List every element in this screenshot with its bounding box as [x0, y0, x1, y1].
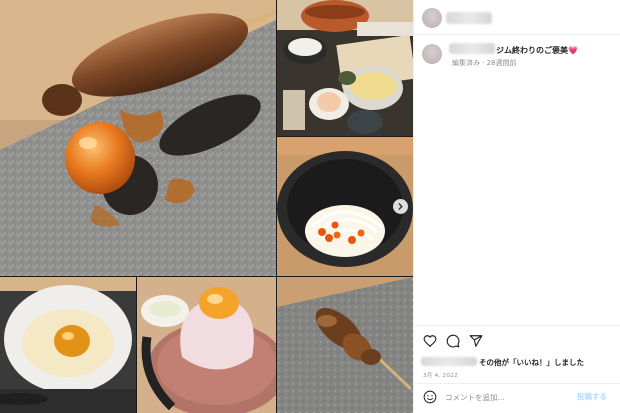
comment-icon [446, 334, 460, 348]
likes-text[interactable]: その他が「いいね！」しました [479, 358, 584, 367]
comment-button[interactable] [446, 334, 460, 348]
photo-shaved-ice [137, 277, 276, 413]
post-date[interactable]: 3月 4, 2022 [423, 371, 458, 379]
photo-grilled-skewer [277, 277, 413, 413]
likes-summary: その他が「いいね！」しました [421, 357, 584, 369]
caption-avatar[interactable] [422, 44, 442, 64]
photo-pudding [0, 277, 136, 413]
photo-tsukune-skewer [0, 0, 276, 276]
photo-rice-set [277, 0, 413, 136]
chevron-right-icon [398, 203, 403, 210]
author-username-blurred[interactable] [446, 12, 492, 24]
post-comment-button[interactable]: 投稿する [577, 391, 607, 402]
emoji-icon [423, 390, 437, 404]
like-button[interactable] [423, 334, 437, 348]
heart-icon [423, 335, 437, 348]
post-media[interactable] [0, 0, 413, 413]
post-header [414, 0, 620, 35]
caption-text: ジム終わりのご褒美 [496, 46, 568, 55]
liker-username-blurred[interactable] [421, 357, 477, 366]
author-avatar[interactable] [422, 8, 442, 28]
carousel-next-button[interactable] [393, 199, 408, 214]
caption-meta: 編集済み · 28週間前 [452, 59, 517, 67]
caption-username-blurred[interactable] [449, 43, 495, 54]
post-caption: ジム終わりのご褒美💗 [496, 45, 578, 56]
share-button[interactable] [469, 334, 483, 348]
heart-emoji: 💗 [568, 46, 578, 55]
comment-input[interactable] [445, 390, 565, 404]
emoji-button[interactable] [423, 390, 437, 404]
share-icon [469, 335, 483, 347]
